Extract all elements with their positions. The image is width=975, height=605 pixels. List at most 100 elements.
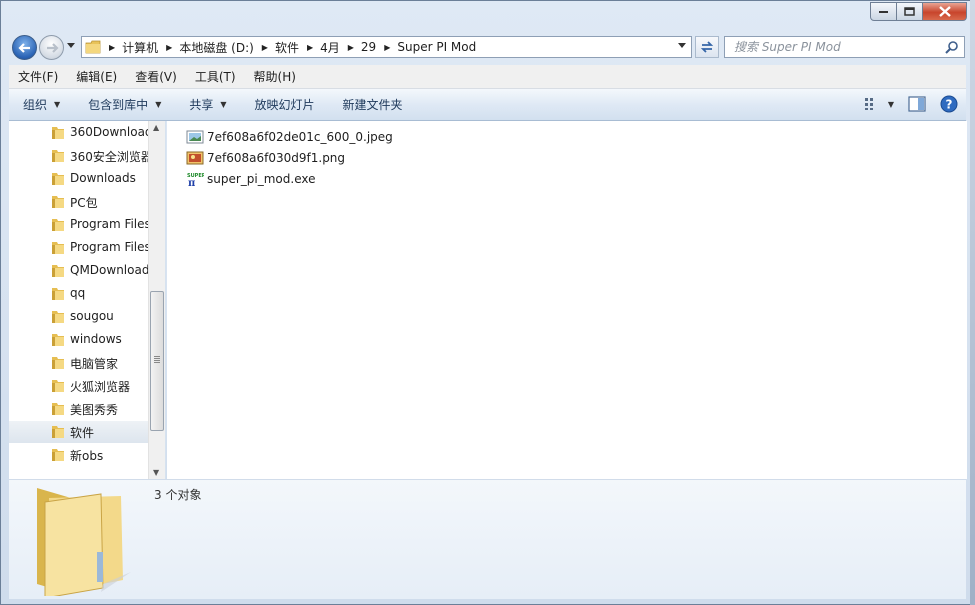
- tree-item-qq[interactable]: qq: [9, 283, 150, 305]
- close-button[interactable]: [923, 2, 967, 21]
- recent-pages-dropdown-icon[interactable]: [67, 43, 76, 49]
- search-input[interactable]: [725, 37, 935, 57]
- file-item-exe[interactable]: SUPER π super_pi_mod.exe: [186, 169, 316, 189]
- grip-icon: [154, 356, 160, 364]
- tree-item-label: windows: [70, 332, 122, 346]
- breadcrumb-software[interactable]: ▶ 软件: [254, 37, 299, 57]
- minimize-icon: [878, 10, 888, 13]
- tree-item-label: 电脑管家: [70, 357, 119, 371]
- large-folder-icon: [37, 488, 131, 596]
- folder-icon: [52, 173, 64, 185]
- tree-item-label: qq: [70, 286, 86, 300]
- scroll-down-icon[interactable]: ▼: [153, 468, 159, 477]
- view-options-icon: [864, 98, 873, 110]
- breadcrumb-label: 本地磁盘 (D:): [179, 40, 254, 55]
- file-name: 7ef608a6f02de01c_600_0.jpeg: [207, 130, 393, 144]
- tree-item-label: 新obs: [70, 449, 104, 463]
- maximize-button[interactable]: [897, 2, 923, 21]
- breadcrumb-super-pi-mod[interactable]: ▶ Super PI Mod: [376, 37, 476, 57]
- command-bar-right: ▼ ?: [864, 95, 958, 113]
- include-in-library-label: 包含到库中: [88, 98, 149, 112]
- file-name: 7ef608a6f030d9f1.png: [207, 151, 346, 165]
- super-pi-exe-icon: SUPERπ: [187, 173, 204, 187]
- slideshow-button[interactable]: 放映幻灯片: [241, 96, 329, 113]
- address-bar[interactable]: ▶ 计算机 ▶ 本地磁盘 (D:) ▶ 软件 ▶ 4月 ▶ 29 ▶ Super PI Mo…: [81, 36, 692, 58]
- scrollbar-thumb[interactable]: [150, 291, 164, 431]
- search-box[interactable]: [724, 36, 965, 58]
- nav-pane-scrollbar[interactable]: ▲ ▼: [148, 121, 165, 479]
- chevron-right-icon: ▶: [306, 42, 314, 52]
- folder-icon: [52, 196, 64, 208]
- menu-file[interactable]: 文件(F): [9, 68, 67, 85]
- refresh-button[interactable]: [695, 36, 719, 58]
- folder-icon: [85, 40, 101, 54]
- tree-item-360-browser[interactable]: 360安全浏览器: [9, 145, 150, 167]
- address-dropdown-icon[interactable]: [678, 43, 687, 49]
- file-item-jpeg[interactable]: 7ef608a6f02de01c_600_0.jpeg: [186, 127, 393, 147]
- help-icon[interactable]: ?: [940, 95, 958, 113]
- file-list: 7ef608a6f02de01c_600_0.jpeg 7ef608a6f030…: [167, 121, 967, 479]
- menu-help[interactable]: 帮助(H): [245, 68, 305, 85]
- organize-label: 组织: [23, 98, 48, 112]
- tree-item-downloads[interactable]: Downloads: [9, 168, 150, 190]
- folder-icon: [52, 150, 64, 162]
- folder-icon: [52, 357, 64, 369]
- chevron-right-icon: ▶: [261, 42, 268, 52]
- tree-item-label: 360安全浏览器: [70, 150, 150, 164]
- tree-item-label: sougou: [70, 309, 114, 323]
- slideshow-label: 放映幻灯片: [254, 98, 315, 112]
- breadcrumb-computer[interactable]: ▶ 计算机: [101, 37, 158, 57]
- menu-view[interactable]: 查看(V): [126, 68, 186, 85]
- folder-icon: [52, 219, 64, 231]
- search-icon[interactable]: [945, 40, 959, 54]
- preview-pane-icon[interactable]: [908, 96, 926, 112]
- breadcrumb-29[interactable]: ▶ 29: [340, 37, 376, 57]
- include-in-library-button[interactable]: 包含到库中 ▼: [74, 96, 175, 113]
- folder-icon: [52, 449, 64, 461]
- tree-item-meitu[interactable]: 美图秀秀: [9, 398, 150, 420]
- new-folder-label: 新建文件夹: [342, 98, 403, 112]
- breadcrumb-label: 29: [360, 40, 377, 54]
- tree-item-sougou[interactable]: sougou: [9, 306, 150, 328]
- chevron-right-icon: ▶: [347, 42, 354, 52]
- menu-bar: 文件(F) 编辑(E) 查看(V) 工具(T) 帮助(H): [9, 65, 966, 89]
- tree-item-label: 软件: [70, 426, 95, 440]
- tree-item-pc-manager[interactable]: 电脑管家: [9, 352, 150, 374]
- tree-item-label: PC包: [70, 196, 98, 210]
- tree-item-qmdownload[interactable]: QMDownload: [9, 260, 150, 282]
- tree-item-new-obs[interactable]: 新obs: [9, 444, 150, 466]
- tree-item-label: Downloads: [70, 171, 136, 185]
- folder-icon: [52, 380, 64, 392]
- tree-item-firefox[interactable]: 火狐浏览器: [9, 375, 150, 397]
- tree-item-360download[interactable]: 360Download: [9, 122, 150, 144]
- caption-buttons: [870, 2, 967, 21]
- folder-icon: [52, 127, 64, 139]
- share-button[interactable]: 共享 ▼: [175, 96, 240, 113]
- navigation-pane: 360Download 360安全浏览器 Downloads PC包 Progr…: [9, 121, 166, 479]
- forward-arrow-icon: [46, 42, 59, 53]
- forward-button[interactable]: [39, 35, 64, 60]
- back-button[interactable]: [12, 35, 37, 60]
- breadcrumb-april[interactable]: ▶ 4月: [299, 37, 340, 57]
- new-folder-button[interactable]: 新建文件夹: [329, 96, 417, 113]
- menu-edit[interactable]: 编辑(E): [67, 68, 126, 85]
- tree-item-windows[interactable]: windows: [9, 329, 150, 351]
- organize-button[interactable]: 组织 ▼: [9, 96, 74, 113]
- breadcrumb-label: 计算机: [122, 40, 159, 55]
- tree-item-software[interactable]: 软件: [9, 421, 150, 443]
- folder-icon: [52, 426, 64, 438]
- chevron-right-icon: ▶: [109, 42, 116, 52]
- tree-item-program-files[interactable]: Program Files: [9, 214, 150, 236]
- file-item-png[interactable]: 7ef608a6f030d9f1.png: [186, 148, 345, 168]
- svg-text:π: π: [188, 178, 195, 187]
- menu-tools[interactable]: 工具(T): [186, 68, 245, 85]
- breadcrumb-drive-d[interactable]: ▶ 本地磁盘 (D:): [158, 37, 254, 57]
- chevron-down-icon: ▼: [887, 99, 894, 109]
- tree-item-pc-bag[interactable]: PC包: [9, 191, 150, 213]
- back-arrow-icon: [17, 42, 30, 53]
- view-options-button[interactable]: ▼: [864, 97, 894, 111]
- scroll-up-icon[interactable]: ▲: [153, 123, 159, 132]
- close-icon: [938, 6, 951, 17]
- minimize-button[interactable]: [870, 2, 897, 21]
- tree-item-program-files-x86[interactable]: Program Files: [9, 237, 150, 259]
